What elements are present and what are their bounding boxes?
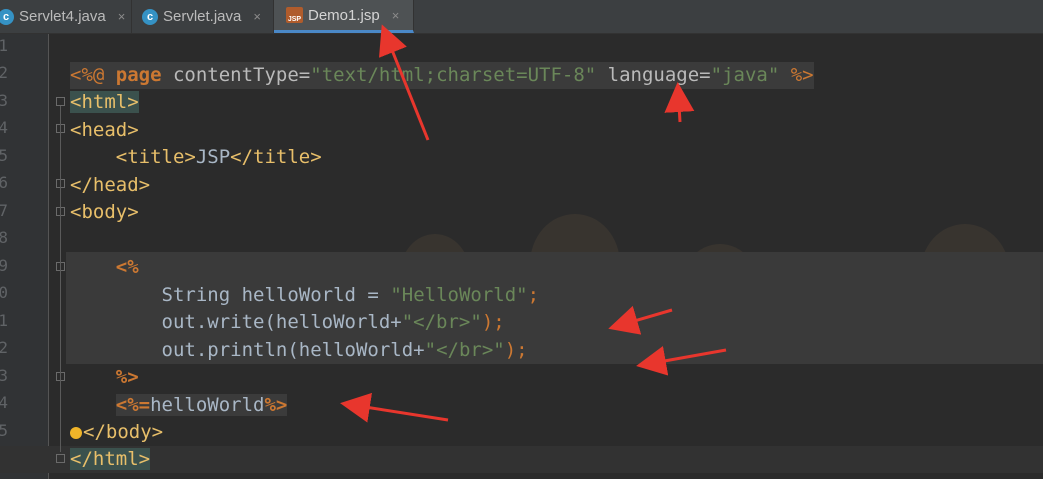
arrow-to-write xyxy=(608,305,673,335)
arrow-to-tab xyxy=(378,24,430,141)
arrow-to-charset xyxy=(664,82,695,123)
annotation-arrows xyxy=(340,24,727,423)
arrow-to-println xyxy=(636,346,727,376)
arrow-to-expression xyxy=(340,392,449,423)
